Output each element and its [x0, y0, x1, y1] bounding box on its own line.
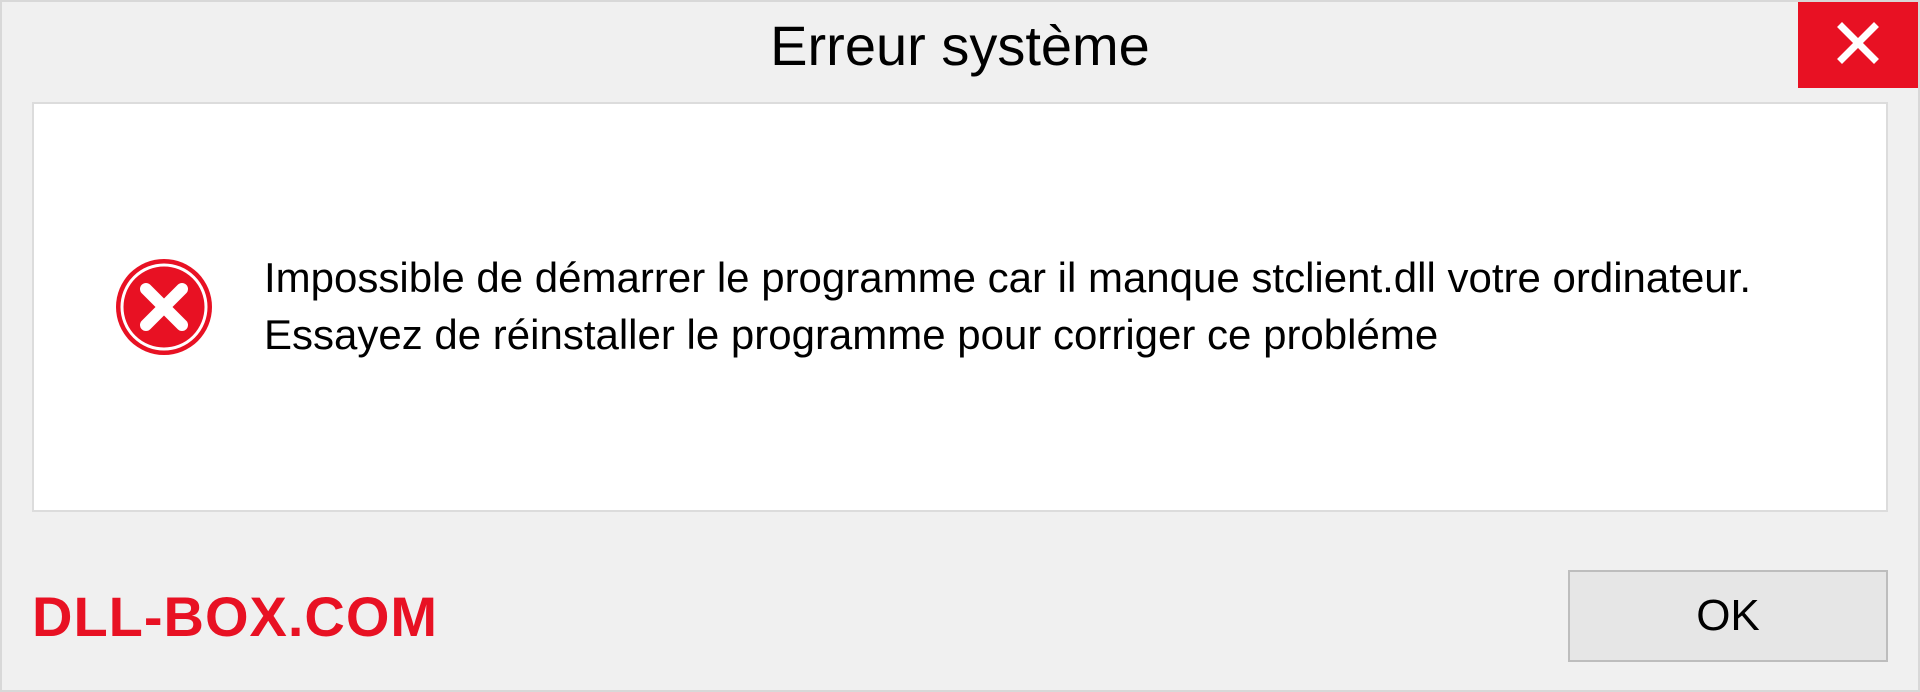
error-message: Impossible de démarrer le programme car …: [264, 250, 1764, 363]
error-dialog: Erreur système Impossible de démarrer le…: [0, 0, 1920, 692]
titlebar: Erreur système: [2, 2, 1918, 88]
ok-button[interactable]: OK: [1568, 570, 1888, 662]
dialog-title: Erreur système: [770, 13, 1150, 78]
error-icon: [114, 257, 214, 357]
watermark-text: DLL-BOX.COM: [32, 584, 438, 649]
close-icon: [1836, 21, 1880, 70]
close-button[interactable]: [1798, 2, 1918, 88]
content-area: Impossible de démarrer le programme car …: [32, 102, 1888, 512]
footer: DLL-BOX.COM OK: [32, 566, 1888, 666]
